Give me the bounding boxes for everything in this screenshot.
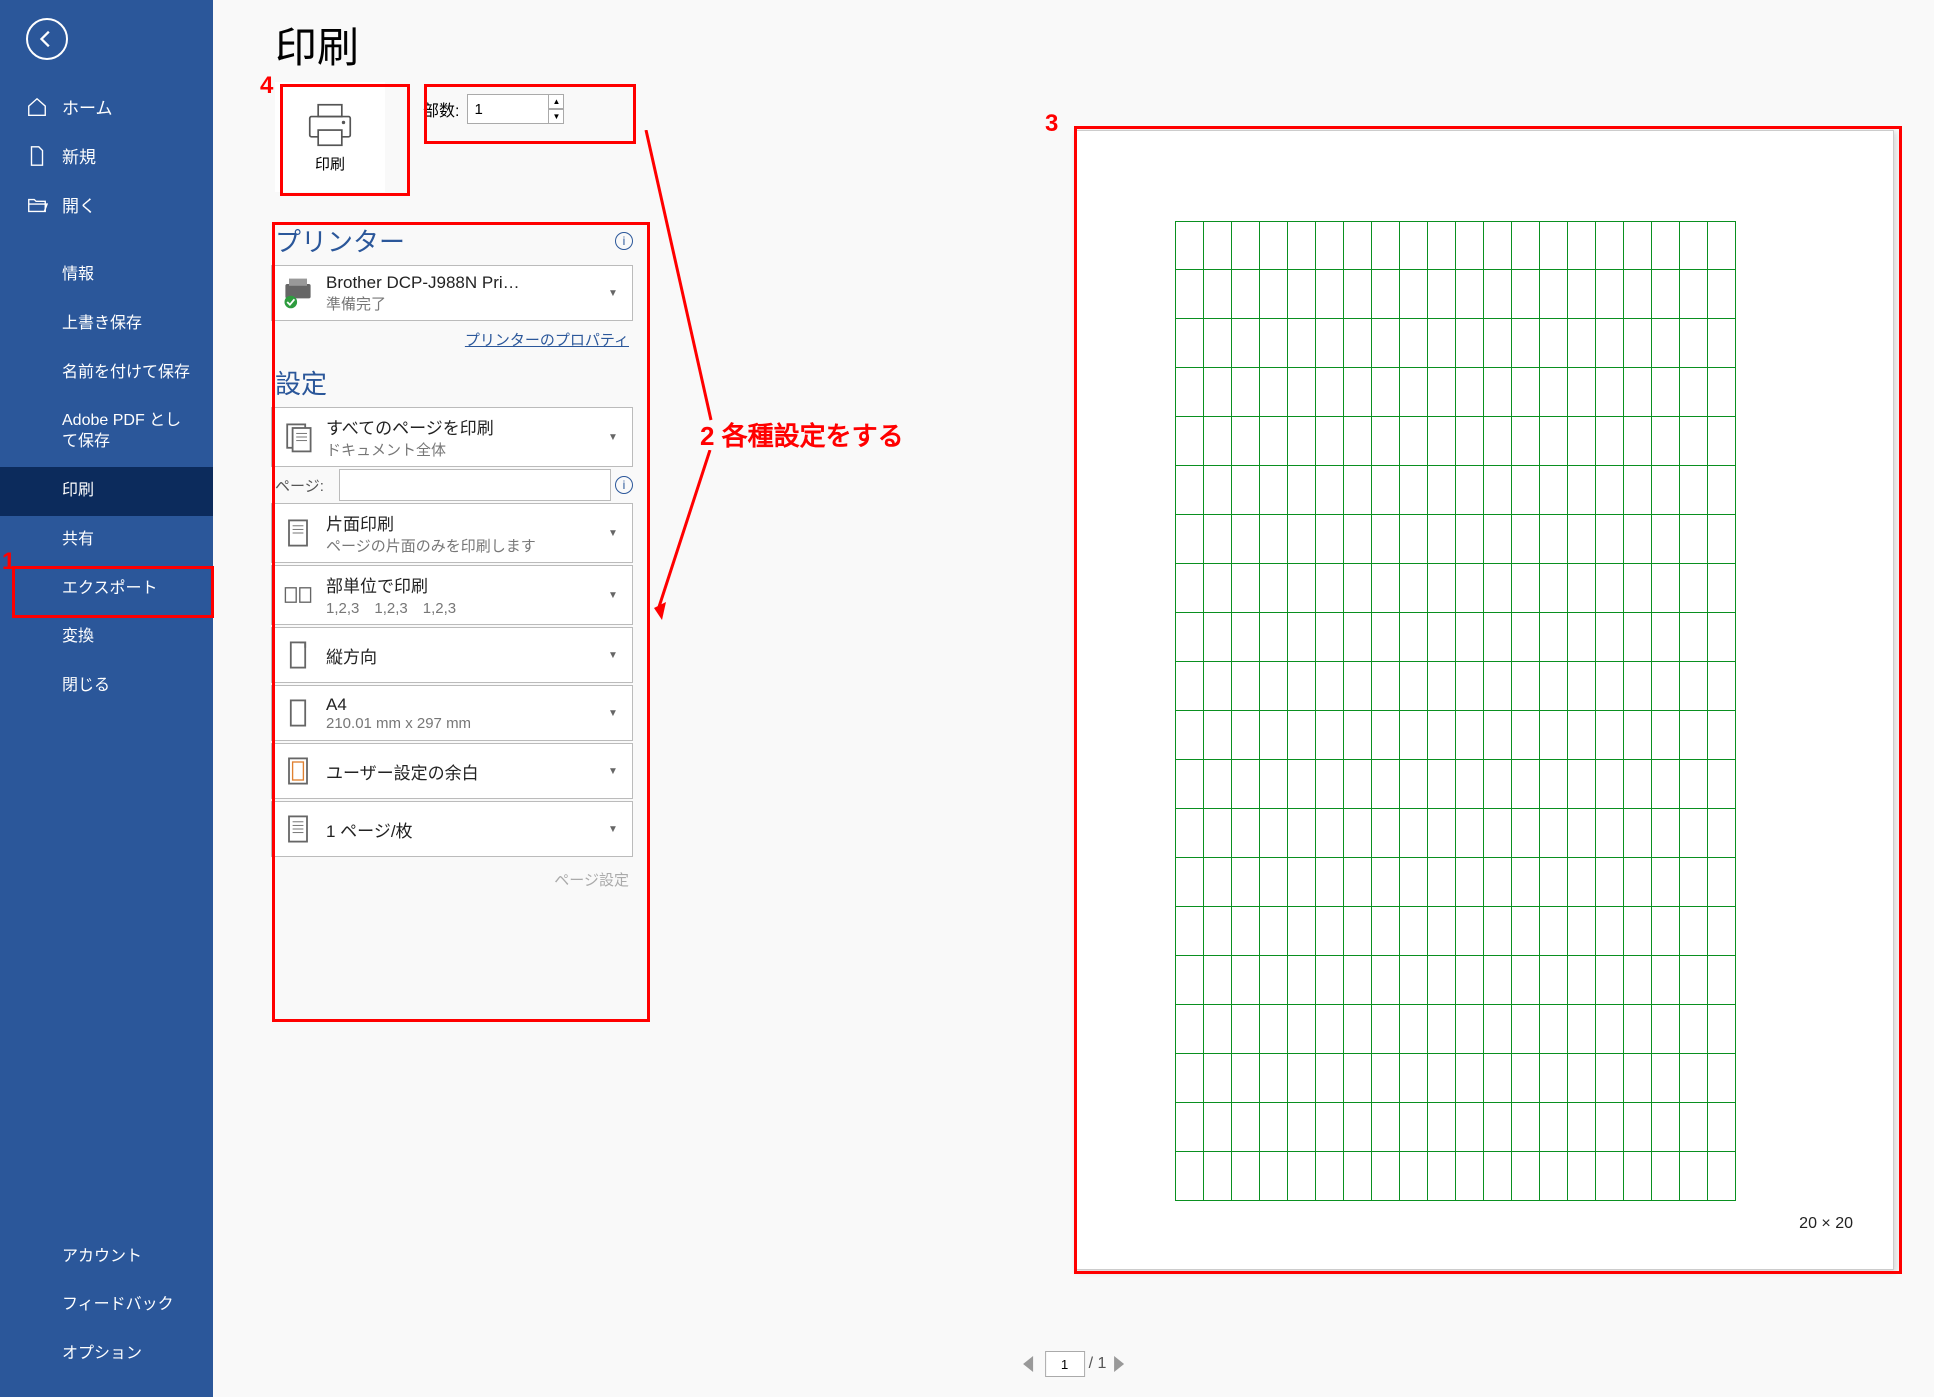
portrait-icon: [280, 637, 316, 673]
margins-icon: [280, 753, 316, 789]
info-icon[interactable]: i: [615, 476, 633, 494]
printer-selector[interactable]: Brother DCP-J988N Pri… 準備完了 ▼: [271, 265, 633, 321]
printer-heading: プリンター i: [275, 222, 633, 259]
pages-label: ページ:: [271, 475, 339, 496]
printer-name: Brother DCP-J988N Pri…: [326, 273, 608, 293]
copies-group: 部数: ▲ ▼: [423, 94, 564, 124]
chevron-down-icon: ▼: [608, 824, 624, 835]
setting-sides-l1: 片面印刷: [326, 510, 608, 535]
settings-panel: プリンター i Brother DCP-J988N Pri… 準備完了 ▼ プリ…: [271, 222, 633, 890]
print-preview: 20 × 20: [1074, 130, 1894, 1270]
print-main: 印刷 印刷 部数: ▲ ▼ プリンター i Brother DCP-J988N …: [213, 0, 1934, 1397]
setting-collate[interactable]: 部単位で印刷1,2,3 1,2,3 1,2,3 ▼: [271, 565, 633, 625]
copies-label: 部数:: [423, 97, 459, 121]
setting-persheet-l1: 1 ページ/枚: [326, 817, 608, 842]
sidebar-top-group: ホーム 新規 開く: [0, 82, 213, 229]
sidebar-transform[interactable]: 変換: [0, 613, 213, 662]
sidebar-account[interactable]: アカウント: [0, 1233, 213, 1282]
settings-heading-text: 設定: [275, 364, 327, 401]
annotation-4: 4: [260, 72, 273, 100]
sidebar-home-label: ホーム: [62, 94, 113, 119]
pages-row: ページ: i: [271, 469, 633, 501]
info-icon[interactable]: i: [615, 232, 633, 250]
file-icon: [26, 145, 48, 167]
setting-range-l1: すべてのページを印刷: [326, 414, 608, 439]
printer-status: 準備完了: [326, 293, 608, 314]
setting-range-l2: ドキュメント全体: [326, 439, 608, 460]
copies-down[interactable]: ▼: [548, 109, 564, 124]
single-side-icon: [280, 515, 316, 551]
setting-margins-l1: ユーザー設定の余白: [326, 759, 608, 784]
chevron-down-icon: ▼: [608, 650, 624, 661]
setting-orientation[interactable]: 縦方向 ▼: [271, 627, 633, 683]
chevron-down-icon: ▼: [608, 528, 624, 539]
folder-open-icon: [26, 194, 48, 216]
sidebar-close[interactable]: 閉じる: [0, 662, 213, 711]
sidebar-new[interactable]: 新規: [0, 131, 213, 180]
sidebar-home[interactable]: ホーム: [0, 82, 213, 131]
printer-props-link[interactable]: プリンターのプロパティ: [465, 332, 629, 349]
settings-heading: 設定: [275, 364, 633, 401]
copies-up[interactable]: ▲: [548, 94, 564, 109]
print-button[interactable]: 印刷: [275, 82, 385, 192]
annotation-2: 2 各種設定をする: [700, 416, 904, 453]
pager-next[interactable]: [1114, 1356, 1124, 1372]
pager-current[interactable]: [1045, 1351, 1085, 1377]
preview-pager: / 1: [1015, 1351, 1133, 1377]
sidebar-save[interactable]: 上書き保存: [0, 300, 213, 349]
per-sheet-icon: [280, 811, 316, 847]
paper-size-icon: [280, 695, 316, 731]
sidebar-print[interactable]: 印刷: [0, 467, 213, 516]
sidebar-info[interactable]: 情報: [0, 251, 213, 300]
printer-heading-text: プリンター: [275, 222, 405, 259]
chevron-down-icon: ▼: [608, 432, 624, 443]
collate-icon: [280, 577, 316, 613]
sidebar-export[interactable]: エクスポート: [0, 565, 213, 614]
grid-dimensions: 20 × 20: [1799, 1215, 1853, 1233]
copies-input[interactable]: [467, 94, 549, 124]
pager-total: / 1: [1089, 1355, 1107, 1373]
setting-print-range[interactable]: すべてのページを印刷ドキュメント全体 ▼: [271, 407, 633, 467]
setting-paper-size[interactable]: A4210.01 mm x 297 mm ▼: [271, 685, 633, 741]
sidebar-open-label: 開く: [62, 192, 96, 217]
sidebar-saveas[interactable]: 名前を付けて保存: [0, 349, 213, 398]
chevron-down-icon: ▼: [608, 288, 624, 299]
setting-collate-l1: 部単位で印刷: [326, 572, 608, 597]
copies-spinner: ▲ ▼: [548, 94, 564, 124]
setting-sides-l2: ページの片面のみを印刷します: [326, 535, 608, 556]
page-setup-link[interactable]: ページ設定: [271, 859, 633, 890]
sidebar-share[interactable]: 共有: [0, 516, 213, 565]
backstage-sidebar: ホーム 新規 開く 情報 上書き保存 名前を付けて保存 Adobe PDF とし…: [0, 0, 213, 1397]
sidebar-feedback[interactable]: フィードバック: [0, 1281, 213, 1330]
sidebar-open[interactable]: 開く: [0, 180, 213, 229]
setting-size-l1: A4: [326, 695, 608, 715]
home-icon: [26, 96, 48, 118]
chevron-down-icon: ▼: [608, 590, 624, 601]
sidebar-adobe-pdf[interactable]: Adobe PDF として保存: [0, 397, 213, 467]
setting-per-sheet[interactable]: 1 ページ/枚 ▼: [271, 801, 633, 857]
printer-icon: [303, 101, 357, 149]
preview-grid: [1175, 221, 1735, 1201]
pager-prev[interactable]: [1023, 1356, 1033, 1372]
print-button-label: 印刷: [315, 153, 345, 174]
chevron-down-icon: ▼: [608, 766, 624, 777]
page-title: 印刷: [275, 14, 359, 75]
chevron-down-icon: ▼: [608, 708, 624, 719]
arrow-left-icon: [36, 28, 58, 50]
setting-margins[interactable]: ユーザー設定の余白 ▼: [271, 743, 633, 799]
pages-input[interactable]: [339, 469, 611, 501]
sidebar-bottom-group: アカウント フィードバック オプション: [0, 1233, 213, 1379]
setting-sides[interactable]: 片面印刷ページの片面のみを印刷します ▼: [271, 503, 633, 563]
back-button[interactable]: [26, 18, 68, 60]
annotation-1: 1: [2, 548, 15, 576]
annotation-3: 3: [1045, 110, 1058, 138]
printer-ready-icon: [280, 275, 316, 311]
sidebar-options[interactable]: オプション: [0, 1330, 213, 1379]
setting-orient-l1: 縦方向: [326, 643, 608, 668]
pages-icon: [280, 419, 316, 455]
sidebar-new-label: 新規: [62, 143, 96, 168]
setting-size-l2: 210.01 mm x 297 mm: [326, 715, 608, 732]
setting-collate-l2: 1,2,3 1,2,3 1,2,3: [326, 597, 608, 618]
